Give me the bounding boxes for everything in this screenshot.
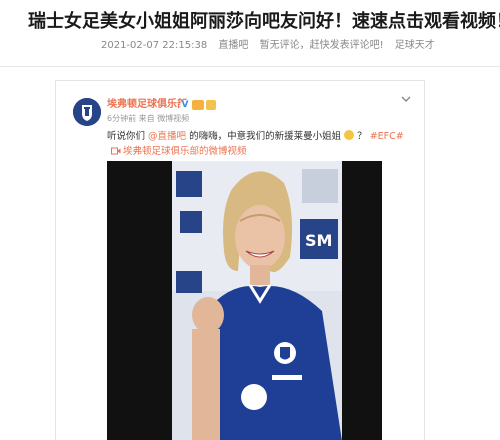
mention-link[interactable]: @直播吧 <box>148 131 186 142</box>
post-text: 听说你们 @直播吧 的嗨嗨，中意我们的新援莱曼小姐姐 ？ #EFC# 埃弗顿足球… <box>107 129 417 159</box>
post-text-mid: 的嗨嗨，中意我们的新援莱曼小姐姐 <box>189 131 342 142</box>
fan-badge-icon <box>206 100 216 110</box>
video-link-text: 埃弗顿足球俱乐部的微博视频 <box>123 146 247 157</box>
chevron-down-icon[interactable] <box>400 94 412 104</box>
post-time: 6分钟前 <box>107 114 137 123</box>
sponsor-sm-text: SM <box>305 231 332 250</box>
post-text-after-emoji: ？ <box>357 131 367 142</box>
weibo-embed-card: 埃弗顿足球俱乐部 V 6分钟前 来自 微博视频 听说你们 @直播吧 的嗨嗨，中意… <box>55 80 425 440</box>
smile-emoji-icon <box>344 130 355 140</box>
article-meta: 2021-02-07 22:15:38 直播吧 暂无评论，赶快发表评论吧! 足球… <box>101 39 481 53</box>
video-frame-image: SM <box>172 161 342 440</box>
article-category[interactable]: 足球天才 <box>395 40 435 51</box>
account-name[interactable]: 埃弗顿足球俱乐部 <box>107 98 187 112</box>
divider <box>0 66 500 67</box>
verified-icon: V <box>180 100 190 110</box>
comment-count[interactable]: 暂无评论，赶快发表评论吧! <box>260 40 384 51</box>
video-camera-icon <box>111 147 121 155</box>
account-badges: V <box>180 98 216 112</box>
post-text-lead: 听说你们 <box>107 131 146 142</box>
article-source[interactable]: 直播吧 <box>218 40 248 51</box>
level-badge-icon <box>192 100 204 110</box>
page-title: 瑞士女足美女小姐姐阿丽莎向吧友问好！速速点击观看视频！ <box>28 11 500 32</box>
post-via[interactable]: 微博视频 <box>157 114 189 123</box>
post-via-prefix: 来自 <box>138 114 155 123</box>
post-meta: 6分钟前 来自 微博视频 <box>107 113 189 125</box>
article-date: 2021-02-07 22:15:38 <box>101 40 208 51</box>
video-link[interactable]: 埃弗顿足球俱乐部的微博视频 <box>107 146 247 157</box>
video-player[interactable]: SM <box>107 161 382 440</box>
hashtag-link[interactable]: #EFC# <box>370 131 404 142</box>
everton-crest-icon[interactable] <box>73 98 101 126</box>
